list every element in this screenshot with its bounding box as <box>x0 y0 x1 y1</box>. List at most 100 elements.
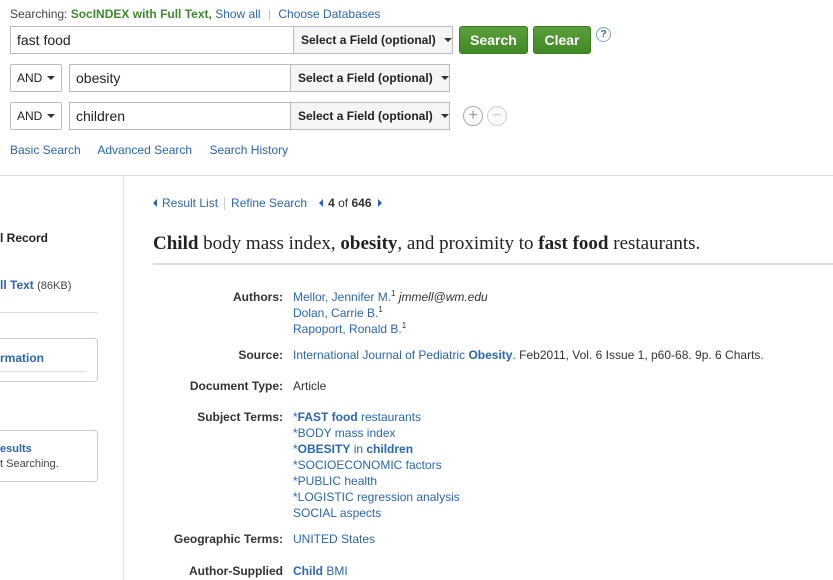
search-history-link[interactable]: Search History <box>209 143 288 157</box>
author-link[interactable]: Mellor, Jennifer M. <box>293 290 391 304</box>
search-row-3: AND children Select a Field (optional) +… <box>10 102 507 130</box>
search-panel: Searching: SocINDEX with Full Text, Show… <box>0 0 833 175</box>
searching-label: Searching: <box>10 7 68 21</box>
database-name: SocINDEX with Full Text, <box>70 7 212 21</box>
title-part: obesity <box>340 233 398 254</box>
of-label: of <box>338 196 349 210</box>
boolean-select-3[interactable]: AND <box>10 102 62 130</box>
author-link[interactable]: Rapoport, Ronald B. <box>293 322 402 336</box>
search-input-1[interactable]: fast food <box>10 26 293 54</box>
field-select-1[interactable]: Select a Field (optional) <box>293 26 453 54</box>
author-item: Dolan, Carrie B.1 <box>293 305 488 321</box>
refine-search-link[interactable]: Refine Search <box>231 196 307 210</box>
geographic-terms-label: Geographic Terms: <box>173 532 283 546</box>
title-part: restaurants. <box>608 233 701 254</box>
divider <box>0 371 86 372</box>
author-keyword-link[interactable]: Child BMI <box>293 564 348 578</box>
field-select-label: Select a Field (optional) <box>301 33 436 47</box>
search-button[interactable]: Search <box>459 26 528 54</box>
related-results-link[interactable]: esults <box>0 443 32 455</box>
help-icon[interactable]: ? <box>596 27 611 42</box>
author-item: Rapoport, Ronald B.1 <box>293 321 488 337</box>
pdf-size: (86KB) <box>37 280 72 292</box>
title-part: fast food <box>538 233 609 254</box>
record-navigation: Result List Refine Search 4 of 646 <box>153 196 382 210</box>
divider <box>0 312 98 313</box>
chevron-down-icon <box>443 38 452 42</box>
divider: | <box>267 7 272 21</box>
affiliation-marker: 1 <box>378 305 383 314</box>
affiliation-marker: 1 <box>401 321 407 330</box>
author-supplied-value: Child BMI <box>293 563 348 579</box>
left-sidebar: l Record ll Text (86KB) rmation esults t… <box>0 176 124 580</box>
article-title: Child body mass index, obesity, and prox… <box>153 233 700 255</box>
field-select-label: Select a Field (optional) <box>298 71 433 85</box>
next-record-icon[interactable] <box>377 199 382 207</box>
previous-record-icon[interactable] <box>319 199 324 207</box>
affiliation-marker: 1 <box>391 289 396 298</box>
journal-name: International Journal of Pediatric <box>293 348 466 362</box>
field-select-2[interactable]: Select a Field (optional) <box>290 64 450 92</box>
authors-label: Authors: <box>233 290 283 304</box>
record-position: 4 of 646 <box>313 196 382 210</box>
field-select-label: Select a Field (optional) <box>298 109 433 123</box>
subject-term-link[interactable]: *FAST food restaurants <box>293 410 421 424</box>
search-links: Basic Search Advanced Search Search Hist… <box>10 143 302 157</box>
subject-term-link[interactable]: *SOCIOECONOMIC factors <box>293 458 442 472</box>
geographic-terms-value: UNITED States <box>293 531 375 547</box>
subject-terms-value: *FAST food restaurants *BODY mass index … <box>293 409 460 521</box>
search-row-2: AND obesity Select a Field (optional) <box>10 64 450 92</box>
record-detail: Result List Refine Search 4 of 646 Child… <box>124 176 833 580</box>
title-part: , and proximity to <box>397 233 539 254</box>
remove-row-icon: − <box>487 106 507 126</box>
chevron-left-icon <box>153 199 157 207</box>
divider <box>153 263 833 265</box>
geographic-term-link[interactable]: UNITED States <box>293 532 375 546</box>
basic-search-link[interactable]: Basic Search <box>10 143 81 157</box>
document-type-label: Document Type: <box>189 379 283 393</box>
chevron-down-icon <box>47 76 56 80</box>
document-type-value: Article <box>293 379 327 393</box>
source-label: Source: <box>238 348 283 362</box>
search-row-1: fast food Select a Field (optional) Sear… <box>10 26 591 54</box>
field-select-3[interactable]: Select a Field (optional) <box>290 102 450 130</box>
pdf-full-text-link[interactable]: ll Text <box>0 278 34 292</box>
subject-term-link[interactable]: SOCIAL aspects <box>293 506 381 520</box>
show-all-link[interactable]: Show all <box>215 7 260 21</box>
clear-button[interactable]: Clear <box>533 26 591 54</box>
subject-terms-label: Subject Terms: <box>197 410 283 424</box>
subject-term-link[interactable]: *OBESITY in children <box>293 442 413 456</box>
searching-line: Searching: SocINDEX with Full Text, Show… <box>10 7 380 21</box>
author-link[interactable]: Dolan, Carrie B. <box>293 306 378 320</box>
chevron-down-icon <box>47 114 56 118</box>
search-input-3[interactable]: children <box>69 102 290 130</box>
author-supplied-label: Author-Supplied <box>189 564 283 578</box>
authors-value: Mellor, Jennifer M.1 jmmell@wm.edu Dolan… <box>293 289 488 337</box>
source-value: International Journal of Pediatric Obesi… <box>293 347 764 363</box>
information-box: rmation <box>0 338 98 382</box>
keyword-bold: Child <box>293 564 323 578</box>
author-email: jmmell@wm.edu <box>398 290 488 304</box>
record-total: 646 <box>351 196 372 210</box>
advanced-search-link[interactable]: Advanced Search <box>97 143 192 157</box>
journal-name-bold: Obesity <box>468 348 513 362</box>
result-list-link[interactable]: Result List <box>162 196 218 210</box>
keyword-rest: BMI <box>323 564 348 578</box>
subject-term-link[interactable]: *BODY mass index <box>293 426 396 440</box>
record-index: 4 <box>328 196 335 210</box>
divider <box>224 196 226 210</box>
search-input-2[interactable]: obesity <box>69 64 290 92</box>
information-link[interactable]: rmation <box>0 351 44 365</box>
add-row-icon[interactable]: + <box>463 106 483 126</box>
related-results-sub: t Searching. <box>0 458 59 470</box>
detailed-record-label: l Record <box>0 231 49 245</box>
choose-databases-link[interactable]: Choose Databases <box>278 7 380 21</box>
subject-term-link[interactable]: *LOGISTIC regression analysis <box>293 490 460 504</box>
journal-link[interactable]: International Journal of Pediatric Obesi… <box>293 348 512 362</box>
subject-term-link[interactable]: *PUBLIC health <box>293 474 377 488</box>
title-part: body mass index, <box>198 233 341 254</box>
author-item: Mellor, Jennifer M.1 jmmell@wm.edu <box>293 289 488 305</box>
title-part: Child <box>153 233 199 254</box>
boolean-select-2[interactable]: AND <box>10 64 62 92</box>
chevron-down-icon <box>440 76 449 80</box>
